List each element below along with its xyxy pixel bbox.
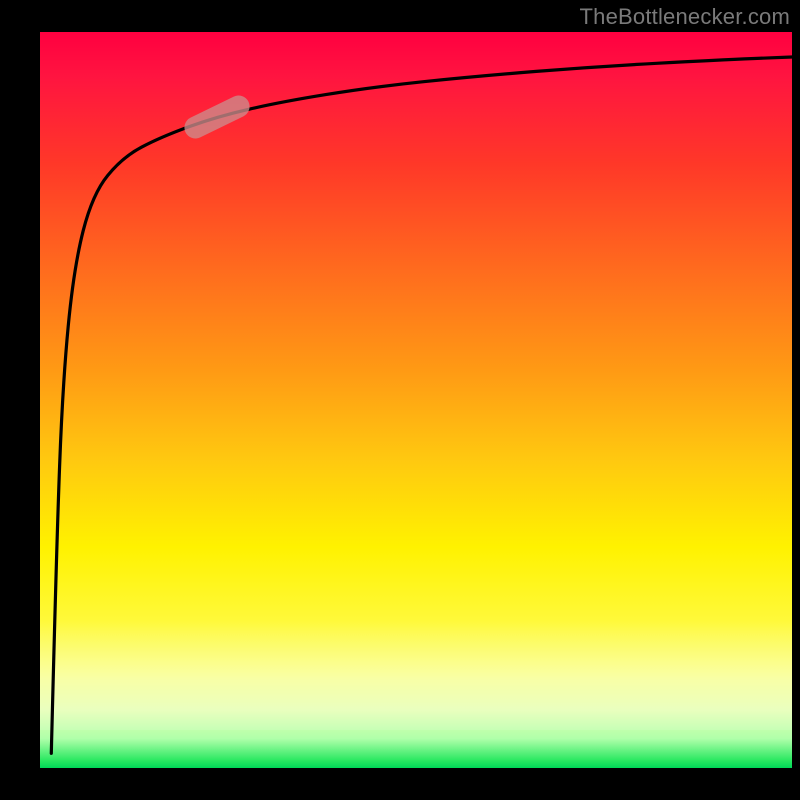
bottleneck-curve	[40, 32, 792, 768]
watermark-text: TheBottlenecker.com	[580, 4, 790, 30]
chart-canvas: TheBottlenecker.com	[0, 0, 800, 800]
plot-area	[40, 32, 792, 768]
